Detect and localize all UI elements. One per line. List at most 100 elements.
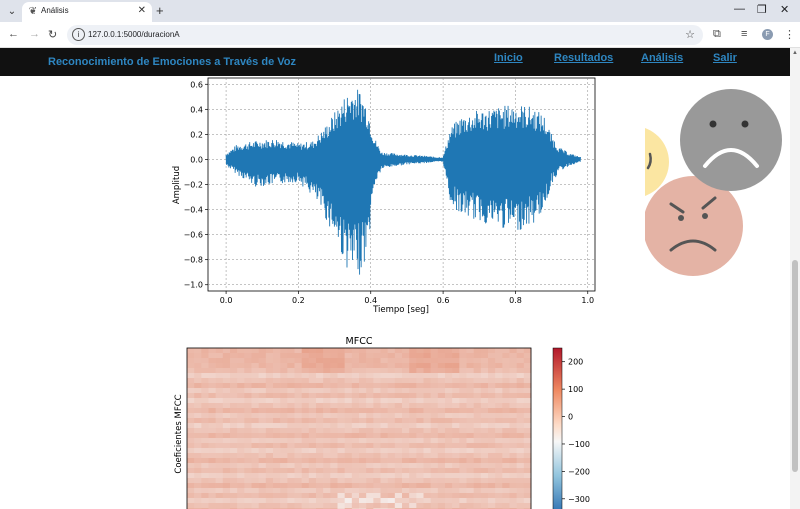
minimize-icon[interactable]: — xyxy=(734,3,745,15)
mfcc-cell xyxy=(466,493,474,499)
mfcc-cell xyxy=(273,478,281,484)
mfcc-cell xyxy=(308,488,317,494)
mfcc-cell xyxy=(201,383,209,389)
mfcc-cell xyxy=(502,393,510,399)
mfcc-cell xyxy=(509,458,517,464)
scrollbar-thumb[interactable] xyxy=(792,260,798,472)
mfcc-cell xyxy=(222,453,231,459)
new-tab-icon[interactable]: + xyxy=(156,3,164,18)
restore-icon[interactable]: ❐ xyxy=(757,3,767,16)
mfcc-cell xyxy=(337,393,345,399)
mfcc-cell xyxy=(394,393,403,399)
page-scrollbar[interactable]: ▲ xyxy=(790,48,800,509)
mfcc-cell xyxy=(466,498,474,504)
mfcc-cell xyxy=(273,413,281,419)
address-bar[interactable]: i 127.0.0.1:5000/duracionA ☆ xyxy=(67,25,703,45)
nav-link-analisis[interactable]: Análisis xyxy=(641,52,683,64)
mfcc-cell xyxy=(430,503,439,509)
tab-analisis[interactable]: ❦ Análisis ✕ xyxy=(22,2,152,22)
mfcc-cell xyxy=(251,443,259,449)
nav-link-salir[interactable]: Salir xyxy=(713,52,737,64)
mfcc-cell xyxy=(244,348,252,354)
mfcc-cell xyxy=(423,473,431,479)
address-url[interactable]: 127.0.0.1:5000/duracionA xyxy=(88,30,180,39)
mfcc-cell xyxy=(273,403,281,409)
mfcc-cell xyxy=(237,453,245,459)
mfcc-cell xyxy=(380,403,388,409)
mfcc-cell xyxy=(437,368,446,374)
profile-avatar[interactable]: F xyxy=(762,29,773,40)
mfcc-cell xyxy=(265,458,274,464)
mfcc-cell xyxy=(308,348,317,354)
site-info-icon[interactable]: i xyxy=(72,28,85,41)
mfcc-cell xyxy=(387,358,396,364)
mfcc-cell xyxy=(430,388,439,394)
mfcc-cell xyxy=(316,398,324,404)
mfcc-cell xyxy=(344,428,353,434)
mfcc-cell xyxy=(351,388,360,394)
mfcc-cell xyxy=(502,443,510,449)
mfcc-cell xyxy=(416,468,424,474)
mfcc-cell xyxy=(437,413,446,419)
nav-link-inicio[interactable]: Inicio xyxy=(494,52,523,64)
mfcc-cell xyxy=(473,363,482,369)
back-icon[interactable]: ← xyxy=(8,28,19,40)
colorbar-tick-label: −200 xyxy=(568,467,590,476)
mfcc-cell xyxy=(237,443,245,449)
mfcc-cell xyxy=(222,498,231,504)
mfcc-cell xyxy=(222,468,231,474)
scroll-up-icon[interactable]: ▲ xyxy=(792,50,798,56)
mfcc-cell xyxy=(351,473,360,479)
mfcc-cell xyxy=(366,498,374,504)
mfcc-cell xyxy=(373,378,381,384)
mfcc-cell xyxy=(366,393,374,399)
mfcc-cell xyxy=(416,488,424,494)
mfcc-cell xyxy=(452,463,460,469)
mfcc-cell xyxy=(466,403,474,409)
mfcc-cell xyxy=(480,348,489,354)
mfcc-cell xyxy=(237,488,245,494)
mfcc-cell xyxy=(488,493,496,499)
mfcc-cell xyxy=(244,463,252,469)
mfcc-cell xyxy=(273,473,281,479)
mfcc-cell xyxy=(445,468,453,474)
mfcc-cell xyxy=(473,483,482,489)
mfcc-cell xyxy=(287,348,295,354)
reload-icon[interactable]: ↻ xyxy=(48,28,57,41)
mfcc-cell xyxy=(215,418,224,424)
mfcc-cell xyxy=(230,368,238,374)
nav-link-resultados[interactable]: Resultados xyxy=(554,52,613,64)
mfcc-cell xyxy=(194,503,202,509)
mfcc-cell xyxy=(201,413,209,419)
mfcc-cell xyxy=(323,473,331,479)
mfcc-cell xyxy=(488,503,496,509)
mfcc-cell xyxy=(344,413,353,419)
mfcc-ylabel: Coeficientes MFCC xyxy=(174,394,184,473)
extensions-icon[interactable]: ⧉ xyxy=(713,28,721,41)
mfcc-cell xyxy=(187,368,195,374)
window-close-icon[interactable]: ✕ xyxy=(780,3,789,16)
mfcc-cell xyxy=(280,438,288,444)
mfcc-cell xyxy=(452,473,460,479)
mfcc-cell xyxy=(452,503,460,509)
mfcc-cell xyxy=(373,453,381,459)
mfcc-cell xyxy=(488,468,496,474)
tab-search-icon[interactable]: ⌄ xyxy=(5,5,19,19)
mfcc-cell xyxy=(473,433,482,439)
bookmark-star-icon[interactable]: ☆ xyxy=(685,28,695,41)
mfcc-cell xyxy=(344,448,353,454)
mfcc-cell xyxy=(280,473,288,479)
mfcc-cell xyxy=(445,503,453,509)
mfcc-cell xyxy=(215,348,224,354)
mfcc-cell xyxy=(380,398,388,404)
forward-icon[interactable]: → xyxy=(29,28,40,40)
mfcc-cell xyxy=(459,418,467,424)
tab-close-icon[interactable]: ✕ xyxy=(138,5,146,16)
mfcc-cell xyxy=(416,478,424,484)
media-controls-icon[interactable]: ≡ xyxy=(741,28,747,40)
mfcc-cell xyxy=(323,488,331,494)
mfcc-cell xyxy=(387,368,396,374)
browser-menu-icon[interactable]: ⋮ xyxy=(784,28,795,41)
mfcc-cell xyxy=(294,418,302,424)
mfcc-cell xyxy=(409,468,417,474)
